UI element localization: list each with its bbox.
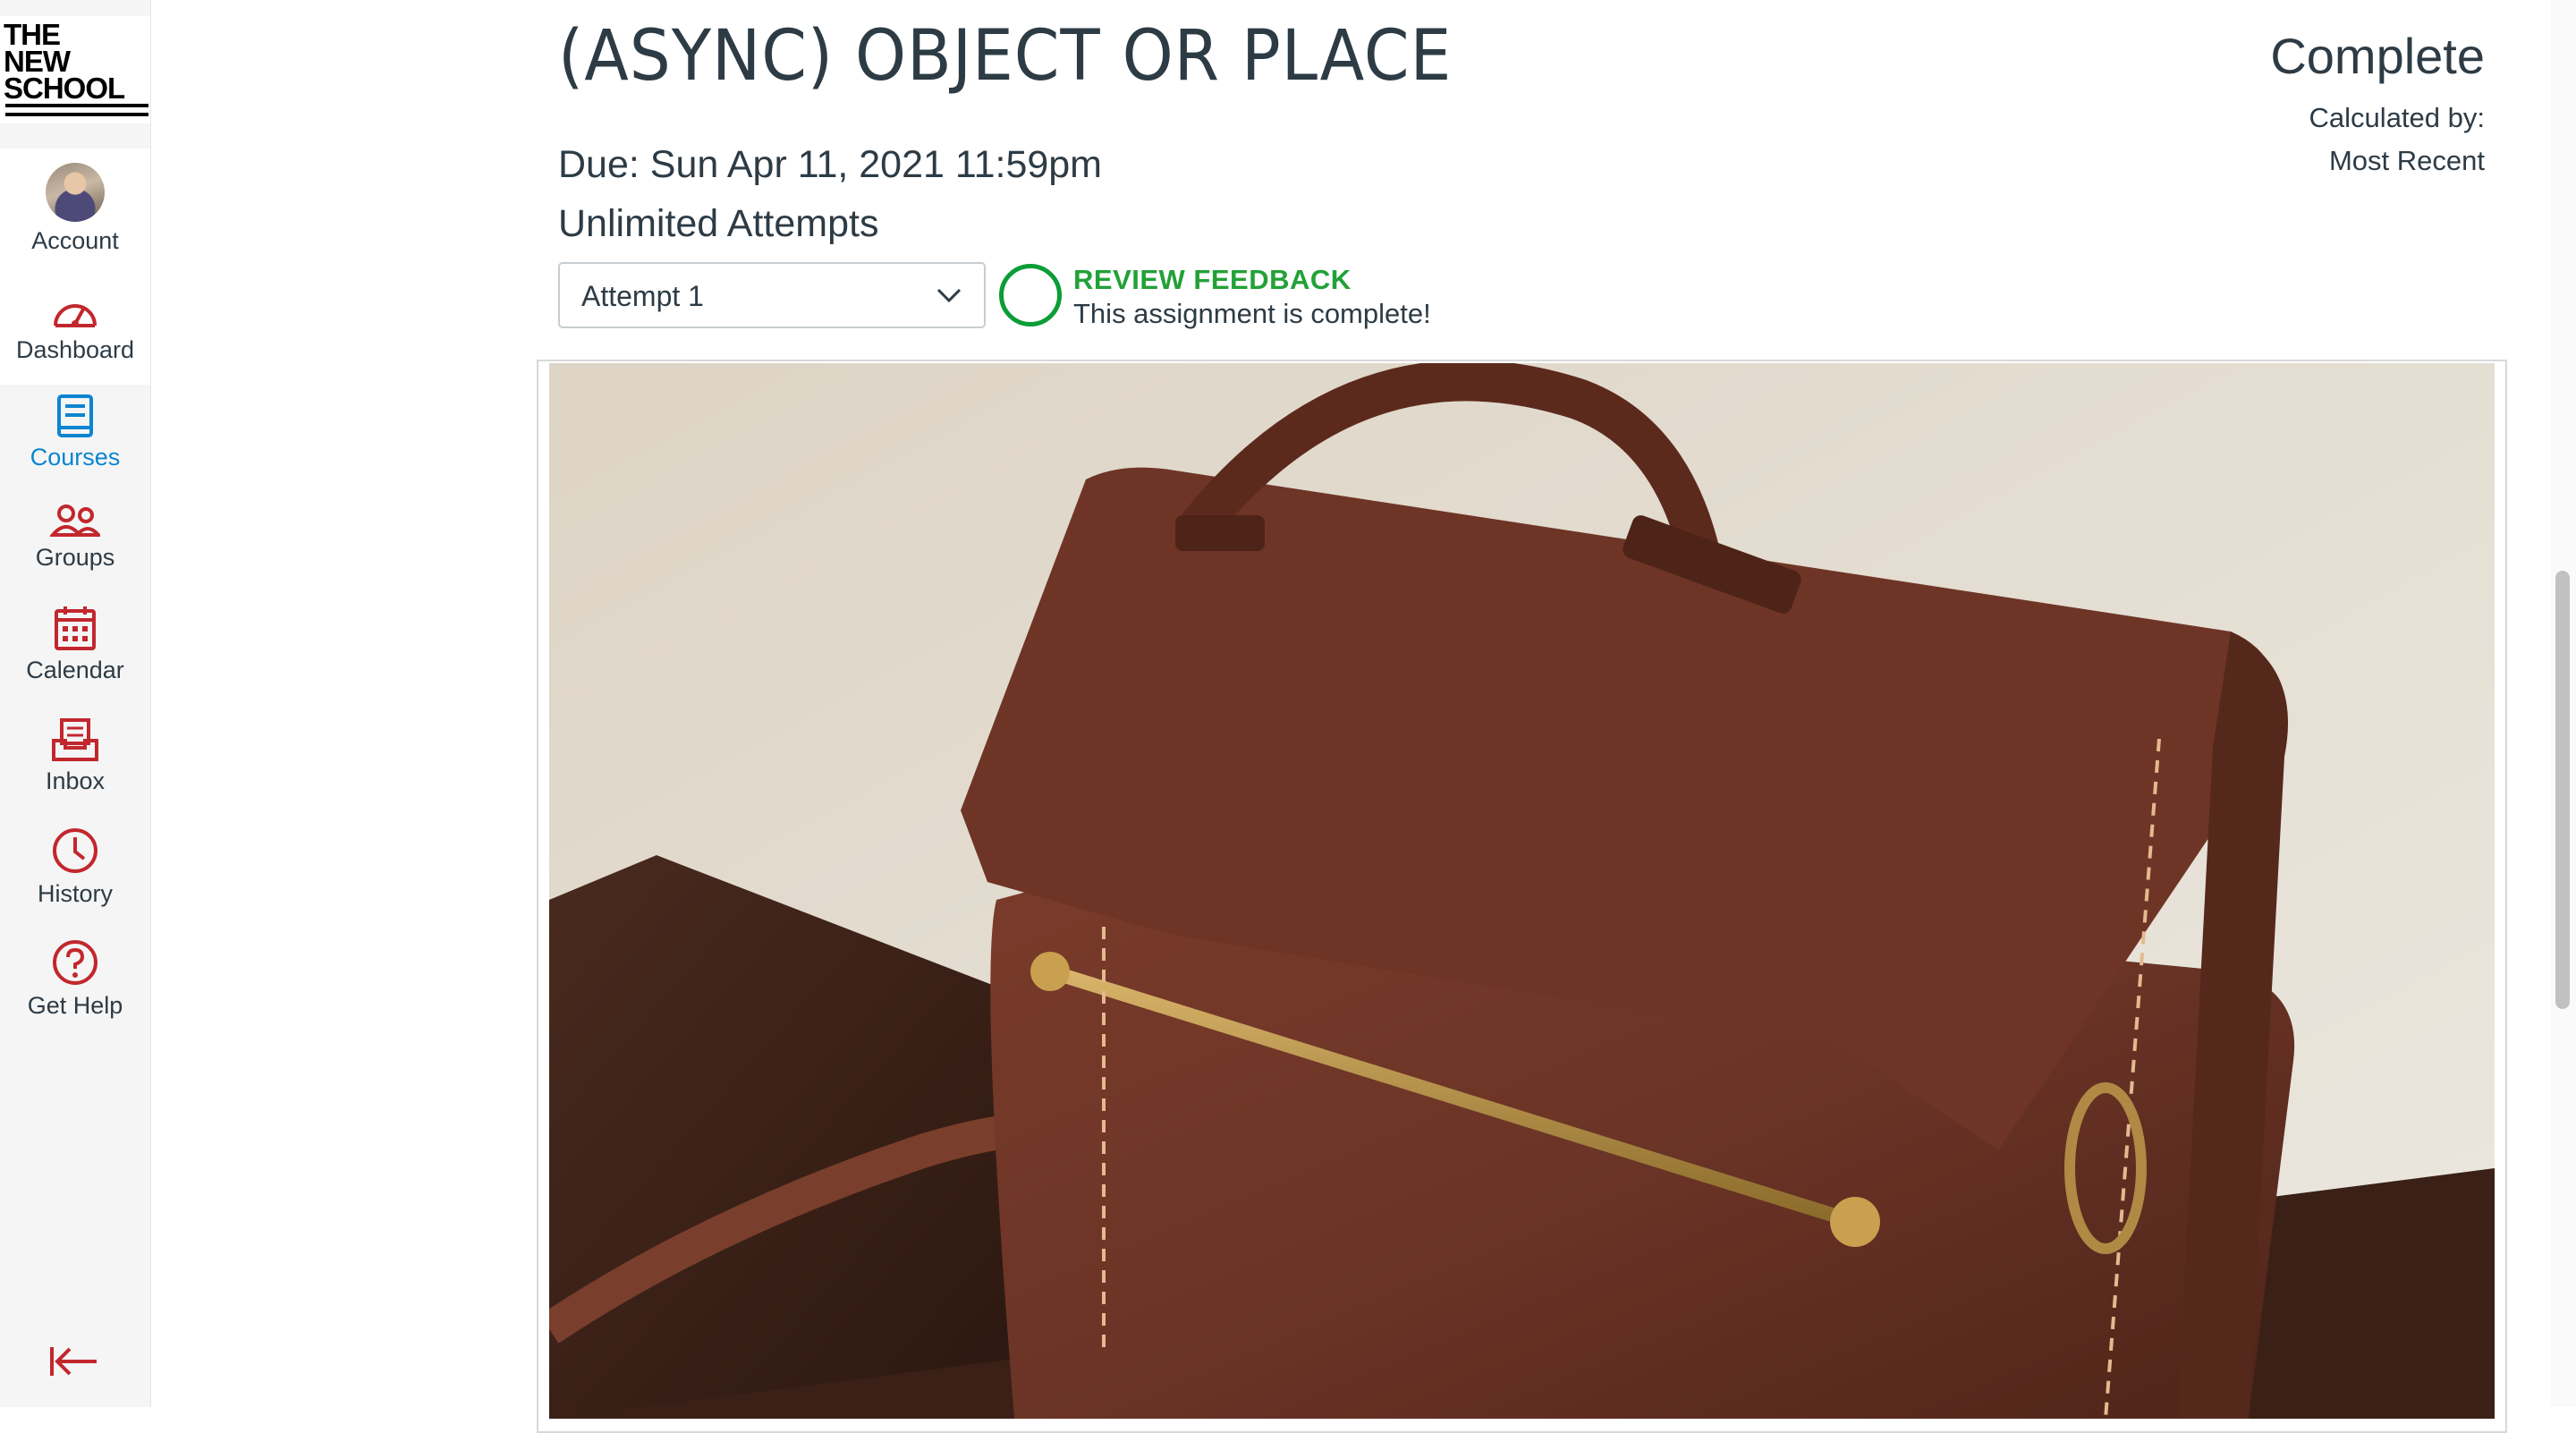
logo-word-3: SCHOOL [4,72,125,105]
scrollbar-thumb[interactable] [2555,571,2570,1009]
global-nav: THE NEW SCHOOL Account Dashboard Courses [0,0,151,1407]
history-icon [53,828,97,873]
calculated-by-label: Calculated by: [2309,102,2485,133]
courses-icon [57,394,93,437]
inbox-icon [52,718,98,761]
grade-calculation: Calculated by: Most Recent [2309,97,2485,182]
nav-dashboard[interactable]: Dashboard [0,267,150,385]
nav-history[interactable]: History [0,827,150,925]
collapse-arrow-icon[interactable] [48,1344,98,1379]
calendar-icon [55,606,96,650]
logo-rule [5,113,148,116]
grade-status: Complete [2270,28,2485,84]
nav-history-label: History [37,880,113,907]
completion-message: This assignment is complete! [1073,298,1431,329]
nav-inbox-label: Inbox [45,767,106,794]
school-logo[interactable]: THE NEW SCHOOL [0,16,150,123]
due-date: Due: Sun Apr 11, 2021 11:59pm [558,143,1103,186]
nav-groups-label: Groups [35,544,115,571]
attempt-select[interactable]: Attempt 1 [558,262,986,328]
nav-dashboard-label: Dashboard [15,336,135,363]
nav-help[interactable]: Get Help [0,938,150,1037]
logo-rule [5,104,148,107]
nav-help-label: Get Help [27,992,123,1019]
submission-preview [537,360,2507,1433]
calculated-by-value: Most Recent [2328,145,2485,176]
nav-inbox[interactable]: Inbox [0,717,150,816]
avatar [46,163,105,222]
assignment-title: (ASYNC) OBJECT OR PLACE [558,16,1453,97]
attempts-allowed: Unlimited Attempts [558,202,879,245]
completion-status-icon [999,264,1062,326]
nav-groups[interactable]: Groups [0,503,150,592]
chevron-down-icon [936,288,962,303]
submission-photo [549,363,2495,1419]
nav-calendar-label: Calendar [26,657,124,683]
nav-account[interactable]: Account [0,148,150,267]
help-icon [53,940,97,985]
nav-courses[interactable]: Courses [0,394,150,483]
groups-icon [50,505,100,537]
nav-account-label: Account [31,227,119,254]
attempt-select-value: Attempt 1 [581,280,704,312]
nav-courses-label: Courses [30,444,121,471]
nav-calendar[interactable]: Calendar [0,605,150,703]
dashboard-icon [54,304,97,327]
review-feedback-link[interactable]: REVIEW FEEDBACK [1073,264,1352,296]
